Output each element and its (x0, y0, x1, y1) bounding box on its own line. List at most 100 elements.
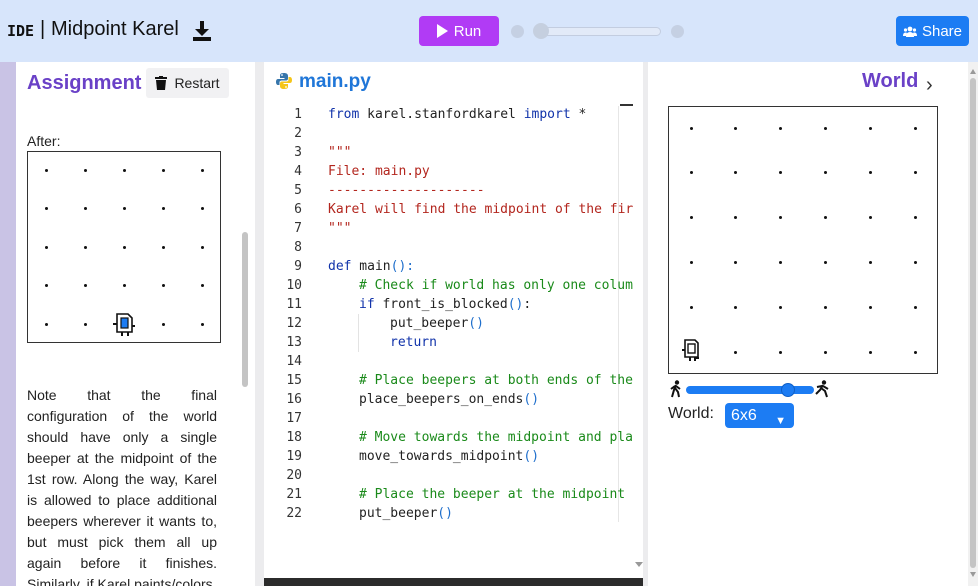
grid-corner-dot (689, 126, 693, 130)
code-line[interactable]: 14 (264, 352, 634, 371)
code-line[interactable]: 12 put_beeper() (264, 314, 634, 333)
restart-label: Restart (174, 75, 220, 91)
run-progress-slider[interactable] (537, 27, 661, 36)
code-line[interactable]: 10 # Check if world has only one column (264, 276, 634, 295)
code-line[interactable]: 18 # Move towards the midpoint and plac (264, 428, 634, 447)
grid-corner-dot (913, 260, 917, 264)
line-number: 19 (286, 449, 302, 464)
animation-speed-thumb[interactable] (781, 383, 796, 397)
grid-corner-dot (779, 305, 783, 309)
chevron-right-icon[interactable]: › (926, 74, 933, 97)
code-text: -------------------- (328, 181, 634, 200)
code-token: # Move towards the midpoint and plac (359, 430, 634, 445)
speed-decrease-button[interactable] (511, 25, 524, 38)
code-token: front_is_blocked (374, 297, 508, 312)
grid-corner-dot (161, 245, 165, 249)
grid-corner-dot (200, 168, 204, 172)
code-token: put_beeper (359, 506, 438, 521)
code-line[interactable]: 4 File: main.py (264, 162, 634, 181)
code-line[interactable]: 5 -------------------- (264, 181, 634, 200)
world-size-label: World: (668, 405, 714, 422)
assignment-scrollbar[interactable] (242, 232, 248, 387)
grid-corner-dot (779, 171, 783, 175)
karel-robot (111, 311, 137, 342)
grid-corner-dot (734, 126, 738, 130)
code-line[interactable]: 6 Karel will find the midpoint of the fir… (264, 200, 634, 219)
grid-corner-dot (823, 350, 827, 354)
code-line[interactable]: 9 def main(): (264, 257, 634, 276)
code-line[interactable]: 7 """ (264, 219, 634, 238)
file-tab-main-py[interactable]: main.py (299, 71, 371, 93)
code-line[interactable]: 11 if front_is_blocked(): (264, 295, 634, 314)
grid-corner-dot (734, 171, 738, 175)
world-title: World (862, 70, 919, 92)
code-token: File: main.py (328, 164, 430, 179)
restart-button[interactable]: Restart (146, 68, 229, 98)
code-text: return (328, 333, 634, 352)
share-button[interactable]: Share (896, 16, 969, 46)
code-line[interactable]: 13 return (264, 333, 634, 352)
scroll-up-arrow[interactable] (970, 69, 976, 74)
run-progress-thumb[interactable] (533, 23, 549, 39)
code-line[interactable]: 2 (264, 124, 634, 143)
grid-corner-dot (200, 284, 204, 287)
code-token: main (351, 259, 391, 274)
grid-corner-dot (823, 126, 827, 130)
line-number: 16 (286, 392, 302, 407)
grid-corner-dot (83, 322, 87, 326)
grid-corner-dot (44, 207, 48, 210)
grid-corner-dot (868, 305, 872, 309)
code-line[interactable]: 17 (264, 409, 634, 428)
line-number: 8 (294, 240, 302, 255)
grid-corner-dot (83, 207, 87, 210)
code-line[interactable]: 20 (264, 466, 634, 485)
grid-corner-dot (823, 260, 827, 264)
grid-corner-dot (83, 168, 87, 172)
panel-divider[interactable] (255, 62, 264, 586)
grid-corner-dot (913, 126, 917, 130)
grid-corner-dot (161, 322, 165, 326)
code-line[interactable]: 1 from karel.stanfordkarel import * (264, 105, 634, 124)
world-size-select[interactable]: 6x6 ▼ (725, 403, 794, 428)
code-text: place_beepers_on_ends() (328, 390, 634, 409)
code-line[interactable]: 19 move_towards_midpoint() (264, 447, 634, 466)
code-token: # Place the beeper at the midpoint (359, 487, 626, 502)
download-icon[interactable] (192, 20, 212, 42)
line-number: 15 (286, 373, 302, 388)
code-text: # Place the beeper at the midpoint (328, 485, 634, 504)
grid-corner-dot (868, 260, 872, 264)
code-token: put_beeper (390, 316, 469, 331)
code-token: -------------------- (328, 183, 485, 198)
code-token: () (437, 506, 453, 521)
code-line[interactable]: 21 # Place the beeper at the midpoint (264, 485, 634, 504)
code-token: () (523, 392, 540, 407)
code-token: # Check if world has only one column (359, 278, 634, 293)
code-text: # Move towards the midpoint and plac (328, 428, 634, 447)
line-number: 6 (294, 202, 302, 217)
code-text: # Place beepers at both ends of the (328, 371, 634, 390)
world-panel: World › World: 6x6 ▼ (648, 62, 968, 586)
run-button[interactable]: Run (419, 16, 499, 46)
code-text: put_beeper() (328, 504, 634, 523)
assignment-title: Assignment (27, 72, 142, 94)
scroll-down-arrow[interactable] (970, 572, 976, 577)
code-line[interactable]: 22 put_beeper() (264, 504, 634, 523)
code-line[interactable]: 3 """ (264, 143, 634, 162)
grid-corner-dot (200, 245, 204, 249)
chevron-down-icon: ▼ (775, 415, 786, 427)
code-line[interactable]: 8 (264, 238, 634, 257)
editor-scroll-down-arrow[interactable] (635, 562, 643, 567)
grid-corner-dot (122, 207, 126, 210)
page-scrollbar-thumb[interactable] (970, 78, 976, 568)
line-number: 11 (286, 297, 302, 312)
grid-corner-dot (161, 207, 165, 210)
speed-increase-button[interactable] (671, 25, 684, 38)
code-line[interactable]: 16 place_beepers_on_ends() (264, 390, 634, 409)
grid-corner-dot (823, 305, 827, 309)
grid-corner-dot (200, 322, 204, 326)
code-text: """ (328, 219, 634, 238)
after-label: After: (27, 133, 61, 149)
code-text: File: main.py (328, 162, 634, 181)
line-number: 20 (286, 468, 302, 483)
code-line[interactable]: 15 # Place beepers at both ends of the (264, 371, 634, 390)
